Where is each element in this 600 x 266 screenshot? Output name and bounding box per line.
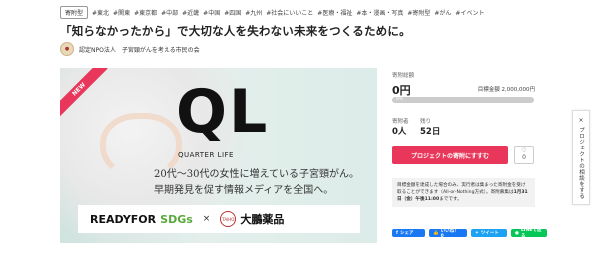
tag-link[interactable]: #社会にいいこと [266, 8, 313, 17]
support-button[interactable]: プロジェクトの寄附にすすむ [392, 146, 508, 164]
twitter-icon: ✦ [475, 230, 479, 236]
all-or-nothing-notice: 目標金額を達成した場合のみ、実行者は集まった寄附金を受け取ることができます（Al… [392, 178, 535, 208]
progress-percent: 0% [396, 97, 404, 102]
tag-link[interactable]: #関東 [113, 8, 130, 17]
hero-caption-1: 20代～30代の女性に増えている子宮頸がん。 [154, 169, 359, 180]
facebook-share-button[interactable]: f シェア [392, 229, 425, 237]
hero-caption-2: 早期発見を促す情報メディアを全国へ。 [154, 185, 334, 196]
twitter-share-label: ツイート [480, 231, 499, 236]
org-link[interactable]: ● 認定NPO法人 子宮頸がんを考える市民の会 [60, 42, 200, 56]
type-badge: 寄附型 [60, 6, 89, 19]
partner-readyfor: READYFOR [90, 212, 157, 226]
donors-count: 0人 [392, 127, 407, 137]
tag-link[interactable]: #東北 [92, 8, 109, 17]
share-buttons: f シェア 👍 いいね！ 0 ✦ ツイート ● LINEで送る [392, 228, 547, 239]
facebook-like-button[interactable]: 👍 いいね！ 0 [429, 228, 467, 239]
favorite-count: 0 [522, 154, 526, 161]
hero-logo-sub: QUARTER LIFE [178, 151, 234, 159]
tag-link[interactable]: #本・漫画・写真 [356, 8, 403, 17]
tag-link[interactable]: #寄附型 [407, 8, 430, 17]
twitter-share-button[interactable]: ✦ ツイート [471, 229, 507, 237]
consult-side-tab-label: プロジェクトの相談をする [578, 127, 584, 199]
partner-sdgs: SDGs [160, 212, 193, 226]
hero-logo: QL [176, 77, 270, 147]
tag-link[interactable]: #医療・福祉 [317, 8, 352, 17]
tag-link[interactable]: #九州 [245, 8, 262, 17]
notice-text-2: までです。 [439, 197, 462, 203]
thumbs-up-icon: 👍 [433, 230, 439, 236]
line-share-label: LINEで送る [520, 228, 542, 239]
tag-link[interactable]: #東京都 [134, 8, 157, 17]
tag-link[interactable]: #がん [434, 8, 451, 17]
goal-amount: 目標金額 2,000,000円 [477, 87, 535, 93]
favorite-button[interactable]: ♡ 0 [514, 146, 534, 164]
partner-cross: × [202, 214, 211, 224]
facebook-share-label: シェア [399, 231, 414, 236]
remaining-days: 52日 [420, 127, 441, 137]
donors-label: 寄附者 [392, 119, 409, 125]
org-name: 認定NPO法人 子宮頸がんを考える市民の会 [79, 46, 200, 54]
tag-link[interactable]: #中部 [161, 8, 178, 17]
remaining-label: 残り [420, 119, 432, 125]
line-share-button[interactable]: ● LINEで送る [511, 228, 547, 239]
hero-image: NEW QL QUARTER LIFE 20代～30代の女性に増えている子宮頸が… [60, 68, 377, 243]
tag-link[interactable]: #近畿 [182, 8, 199, 17]
tag-bar: 寄附型 #東北 #関東 #東京都 #中部 #近畿 #中国 #四国 #九州 #社会… [60, 6, 484, 19]
progress-bar: 0% [392, 97, 534, 103]
tag-link[interactable]: #四国 [224, 8, 241, 17]
donation-amount: 0円 [392, 84, 411, 97]
facebook-icon: f [396, 230, 398, 236]
consult-side-tab[interactable]: × プロジェクトの相談をする [572, 110, 590, 205]
line-icon: ● [515, 230, 519, 236]
org-logo-icon: ● [60, 42, 74, 56]
donation-label: 寄附総額 [392, 73, 415, 79]
partner-banner: READYFOR SDGs × TAIHO 大鵬薬品 [78, 205, 360, 233]
page-title: 「知らなかったから」で大切な人を失わない未来をつくるために。 [60, 24, 411, 38]
facebook-like-label: いいね！ 0 [440, 228, 459, 239]
tag-link[interactable]: #イベント [455, 8, 484, 17]
tag-link[interactable]: #中国 [203, 8, 220, 17]
taiho-logo-icon: TAIHO [220, 211, 237, 227]
partner-taiho: 大鵬薬品 [240, 213, 285, 226]
close-icon[interactable]: × [578, 117, 583, 124]
notice-text-1: 目標金額を達成した場合のみ、実行者は集まった寄附金を受け取ることができます（Al… [397, 183, 526, 196]
